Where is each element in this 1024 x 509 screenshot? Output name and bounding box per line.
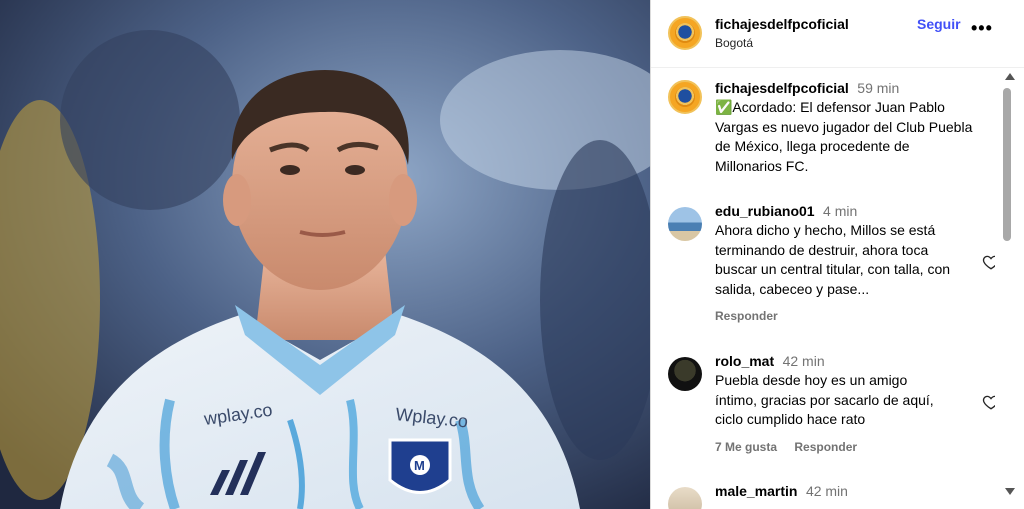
heart-icon[interactable] xyxy=(982,393,995,411)
svg-text:M: M xyxy=(414,458,425,473)
post-side-panel: fichajesdelfpcoficial Bogotá Seguir ••• … xyxy=(650,0,1024,509)
comment-text: Puebla desde hoy es un amigo íntimo, gra… xyxy=(715,372,934,427)
caption-avatar[interactable] xyxy=(668,80,702,114)
commenter-avatar[interactable] xyxy=(668,357,702,391)
comments-list: fichajesdelfpcoficial 59 min ✅Acordado: … xyxy=(651,68,995,509)
header-location[interactable]: Bogotá xyxy=(715,36,753,50)
commenter-avatar[interactable] xyxy=(668,207,702,241)
comment-body: rolo_mat 42 min Puebla desde hoy es un a… xyxy=(715,353,985,454)
post-photo[interactable]: wplay.co Wplay.co M xyxy=(0,0,650,509)
comment-time: 42 min xyxy=(782,353,825,369)
scrollbar-thumb[interactable] xyxy=(1003,88,1011,241)
post-header: fichajesdelfpcoficial Bogotá Seguir ••• xyxy=(651,0,1024,68)
comment-username[interactable]: edu_rubiano01 xyxy=(715,203,815,219)
comment-time: 4 min xyxy=(823,203,858,219)
caption-username[interactable]: fichajesdelfpcoficial xyxy=(715,80,849,96)
commenter-avatar[interactable] xyxy=(668,487,702,509)
club-crest: M xyxy=(388,438,452,494)
heart-icon[interactable] xyxy=(982,253,995,271)
comment-body: male_martin 42 min xyxy=(715,483,985,501)
reply-button[interactable]: Responder xyxy=(794,440,857,454)
comments-scrollbar[interactable] xyxy=(995,68,1024,509)
scroll-up-arrow-icon[interactable] xyxy=(1005,73,1015,80)
comment-actions: 7 Me gusta Responder xyxy=(715,440,985,454)
caption-time: 59 min xyxy=(857,80,900,96)
comment-text: Ahora dicho y hecho, Millos se está term… xyxy=(715,222,951,297)
caption-text: ✅Acordado: El defensor Juan Pablo Vargas… xyxy=(715,99,973,174)
comment-body: edu_rubiano01 4 min Ahora dicho y hecho,… xyxy=(715,203,985,323)
caption-body: fichajesdelfpcoficial 59 min ✅Acordado: … xyxy=(715,80,985,176)
comment-username[interactable]: male_martin xyxy=(715,483,797,499)
follow-button[interactable]: Seguir xyxy=(917,16,961,32)
account-avatar[interactable] xyxy=(668,16,702,50)
comment-username[interactable]: rolo_mat xyxy=(715,353,774,369)
likes-count[interactable]: 7 Me gusta xyxy=(715,440,777,454)
scroll-down-arrow-icon[interactable] xyxy=(1005,488,1015,495)
more-options-icon[interactable]: ••• xyxy=(971,18,993,39)
comment-actions: Responder xyxy=(715,309,985,323)
player-illustration: wplay.co Wplay.co M xyxy=(0,0,650,509)
comment-time: 42 min xyxy=(805,483,848,499)
header-username[interactable]: fichajesdelfpcoficial xyxy=(715,16,849,32)
reply-button[interactable]: Responder xyxy=(715,309,778,323)
